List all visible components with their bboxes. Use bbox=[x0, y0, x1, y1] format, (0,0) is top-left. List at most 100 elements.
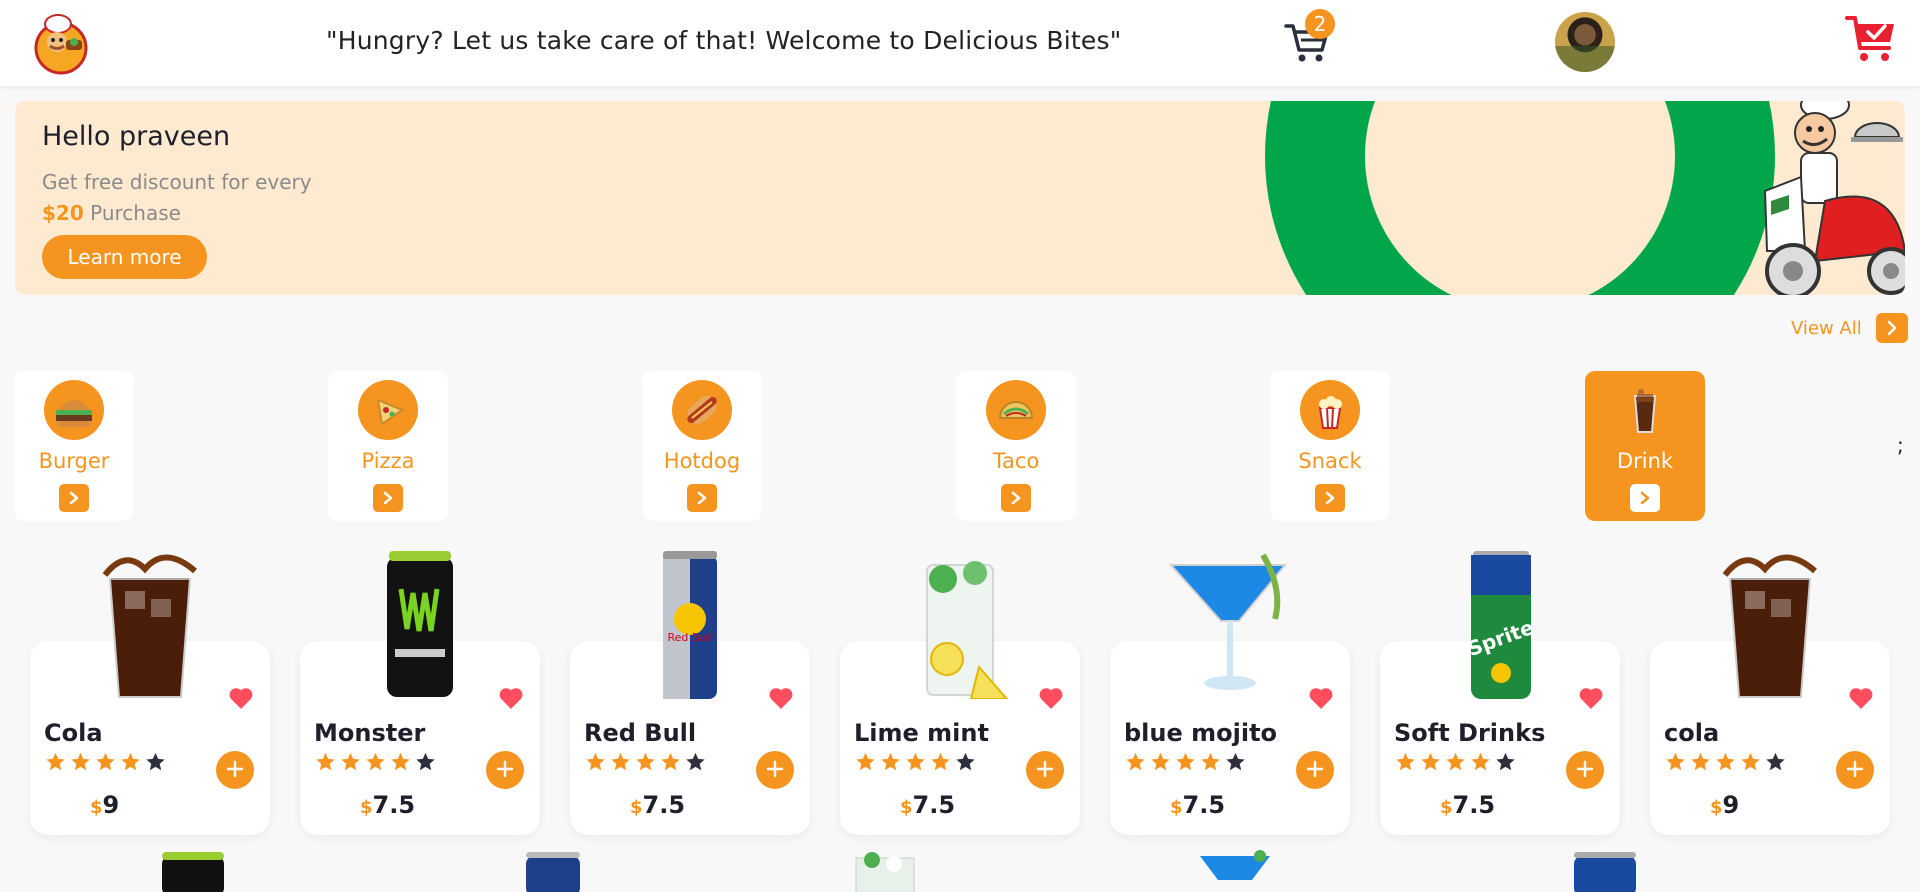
category-burger[interactable]: Burger bbox=[14, 371, 134, 521]
star-filled-icon bbox=[1149, 751, 1172, 777]
plus-icon bbox=[1846, 760, 1864, 778]
star-filled-icon bbox=[1444, 751, 1467, 777]
cart-count-badge: 2 bbox=[1305, 9, 1335, 39]
product-card[interactable]: blue mojito $7.5 bbox=[1110, 553, 1350, 835]
blue-mojito-glass-image bbox=[1168, 553, 1288, 690]
plus-icon bbox=[1576, 760, 1594, 778]
product-price: $7.5 bbox=[1440, 791, 1495, 819]
currency-symbol: $ bbox=[1710, 797, 1723, 818]
drink-icon bbox=[1615, 380, 1675, 440]
heart-icon[interactable] bbox=[498, 686, 524, 710]
chevron-right-icon[interactable] bbox=[1875, 313, 1908, 343]
cart-check-icon[interactable] bbox=[1845, 12, 1897, 64]
category-label: Taco bbox=[992, 449, 1040, 473]
category-drink[interactable]: Drink bbox=[1585, 371, 1705, 521]
svg-text:Red Bull: Red Bull bbox=[667, 631, 712, 644]
category-label: Drink bbox=[1616, 449, 1674, 473]
star-filled-icon bbox=[1739, 751, 1762, 777]
promo-text: Get free discount for every $20 Purchase bbox=[42, 167, 312, 229]
star-filled-icon bbox=[364, 751, 387, 777]
star-filled-icon bbox=[44, 751, 67, 777]
product-price: $7.5 bbox=[1170, 791, 1225, 819]
star-filled-icon bbox=[389, 751, 412, 777]
product-price: $9 bbox=[1710, 791, 1739, 819]
star-filled-icon bbox=[609, 751, 632, 777]
star-empty-icon bbox=[954, 751, 977, 777]
add-to-cart-button[interactable] bbox=[756, 751, 794, 789]
learn-more-button[interactable]: Learn more bbox=[42, 235, 207, 279]
star-empty-icon bbox=[414, 751, 437, 777]
price-value: 7.5 bbox=[1452, 791, 1496, 819]
heart-icon[interactable] bbox=[1038, 686, 1064, 710]
decorative-ring bbox=[1265, 101, 1775, 295]
product-price: $7.5 bbox=[630, 791, 685, 819]
category-hotdog[interactable]: Hotdog bbox=[642, 371, 762, 521]
monster-can-image bbox=[387, 551, 453, 697]
user-avatar[interactable] bbox=[1555, 12, 1615, 72]
add-to-cart-button[interactable] bbox=[1296, 751, 1334, 789]
top-header: "Hungry? Let us take care of that! Welco… bbox=[0, 0, 1920, 86]
category-label: Hotdog bbox=[663, 449, 741, 473]
view-all-link[interactable]: View All bbox=[1791, 313, 1908, 343]
currency-symbol: $ bbox=[360, 797, 373, 818]
heart-icon[interactable] bbox=[1308, 686, 1334, 710]
category-taco[interactable]: Taco bbox=[956, 371, 1076, 521]
product-card[interactable]: Sprite Soft Drinks $7.5 bbox=[1380, 551, 1620, 835]
star-filled-icon bbox=[1124, 751, 1147, 777]
star-empty-icon bbox=[1224, 751, 1247, 777]
star-filled-icon bbox=[69, 751, 92, 777]
sprite-can-peek bbox=[1574, 852, 1636, 892]
add-to-cart-button[interactable] bbox=[216, 751, 254, 789]
heart-icon[interactable] bbox=[228, 686, 254, 710]
price-value: 7.5 bbox=[642, 791, 686, 819]
plus-icon bbox=[1036, 760, 1054, 778]
rating-stars bbox=[584, 751, 707, 777]
heart-icon[interactable] bbox=[1578, 686, 1604, 710]
product-card[interactable]: Cola $9 bbox=[30, 554, 270, 835]
add-to-cart-button[interactable] bbox=[1566, 751, 1604, 789]
category-label: Snack bbox=[1298, 449, 1362, 473]
chevron-right-icon[interactable] bbox=[1630, 484, 1660, 512]
heart-icon[interactable] bbox=[1848, 686, 1874, 710]
promo-line-1: Get free discount for every bbox=[42, 170, 312, 194]
hotdog-icon bbox=[672, 380, 732, 440]
star-filled-icon bbox=[1714, 751, 1737, 777]
star-filled-icon bbox=[1174, 751, 1197, 777]
star-empty-icon bbox=[144, 751, 167, 777]
delivery-chef-illustration bbox=[1763, 101, 1905, 295]
rating-stars bbox=[314, 751, 437, 777]
chevron-right-icon[interactable] bbox=[59, 484, 89, 512]
sprite-can-image: Sprite bbox=[1464, 551, 1537, 699]
product-price: $7.5 bbox=[360, 791, 415, 819]
add-to-cart-button[interactable] bbox=[486, 751, 524, 789]
welcome-tagline: "Hungry? Let us take care of that! Welco… bbox=[326, 26, 1122, 55]
chef-logo-icon[interactable] bbox=[28, 10, 94, 76]
category-label: Burger bbox=[38, 449, 110, 473]
category-pizza[interactable]: Pizza bbox=[328, 371, 448, 521]
chevron-right-icon[interactable] bbox=[1001, 484, 1031, 512]
star-empty-icon bbox=[684, 751, 707, 777]
chevron-right-icon[interactable] bbox=[1315, 484, 1345, 512]
product-card[interactable]: Red Bull Red Bull $7.5 bbox=[570, 551, 810, 835]
star-filled-icon bbox=[339, 751, 362, 777]
promo-amount: $20 bbox=[42, 201, 84, 225]
product-card[interactable]: cola $9 bbox=[1650, 554, 1890, 835]
heart-icon[interactable] bbox=[768, 686, 794, 710]
plus-icon bbox=[496, 760, 514, 778]
burger-icon bbox=[44, 380, 104, 440]
product-card[interactable]: Monster $7.5 bbox=[300, 551, 540, 835]
product-card[interactable]: Lime mint $7.5 bbox=[840, 561, 1080, 835]
star-filled-icon bbox=[929, 751, 952, 777]
star-filled-icon bbox=[659, 751, 682, 777]
lime-mint-glass-image bbox=[926, 561, 1009, 699]
redbull-can-image: Red Bull bbox=[663, 551, 717, 699]
stray-semicolon: ; bbox=[1897, 433, 1904, 457]
add-to-cart-button[interactable] bbox=[1836, 751, 1874, 789]
chevron-right-icon[interactable] bbox=[373, 484, 403, 512]
star-filled-icon bbox=[1199, 751, 1222, 777]
chevron-right-icon[interactable] bbox=[687, 484, 717, 512]
add-to-cart-button[interactable] bbox=[1026, 751, 1064, 789]
category-snack[interactable]: Snack bbox=[1270, 371, 1390, 521]
price-value: 7.5 bbox=[372, 791, 416, 819]
lime-mint-peek bbox=[855, 852, 915, 892]
